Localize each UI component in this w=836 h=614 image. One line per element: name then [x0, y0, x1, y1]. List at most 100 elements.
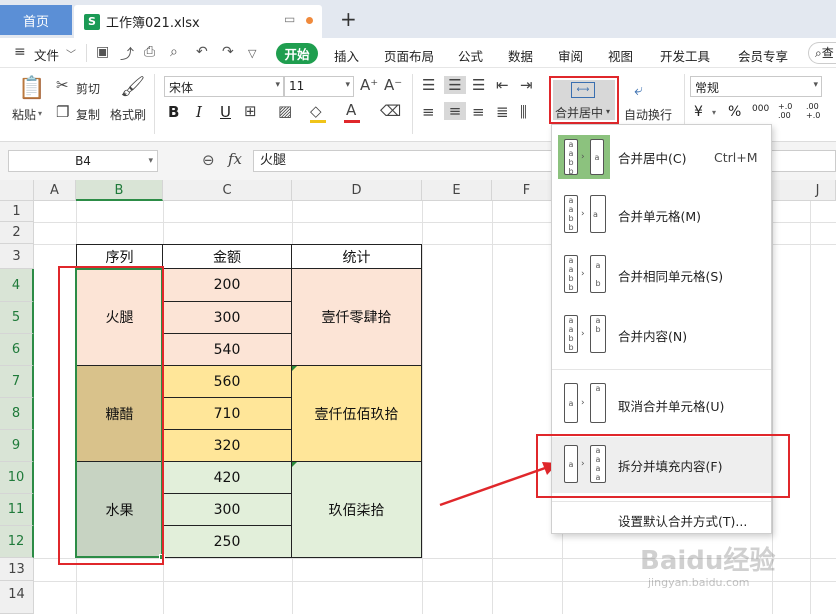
- menu-item-merge-content[interactable]: aabb › ab 合并内容(N): [552, 307, 771, 363]
- merge-center-button[interactable]: ⟷ 合并居中 ▾: [549, 76, 619, 124]
- font-color-icon[interactable]: A: [346, 101, 356, 119]
- menu-item-merge-cells[interactable]: aabb › a 合并单元格(M): [552, 187, 771, 243]
- menu-tab-developer[interactable]: 开发工具: [660, 46, 710, 65]
- tab-workbook[interactable]: S 工作簿021.xlsx ▭: [74, 5, 322, 38]
- font-size-select[interactable]: 11 ▾: [284, 76, 354, 97]
- align-bottom-icon[interactable]: ☰: [472, 76, 485, 94]
- fill-pattern-icon[interactable]: ▨: [278, 102, 292, 120]
- tab-home[interactable]: 首页: [0, 5, 72, 35]
- increase-font-icon[interactable]: A⁺: [360, 76, 378, 94]
- currency-button[interactable]: ¥: [694, 104, 703, 120]
- table-cell-amount[interactable]: 200: [162, 268, 292, 302]
- align-center-icon[interactable]: ≡: [444, 102, 466, 120]
- align-middle-icon[interactable]: ☰: [444, 76, 466, 94]
- menu-tab-review[interactable]: 审阅: [558, 46, 583, 65]
- menu-item-default-merge-settings[interactable]: 设置默认合并方式(T)...: [618, 511, 747, 530]
- search-box[interactable]: ⌕查: [808, 42, 836, 64]
- fill-color-icon[interactable]: ◇: [310, 102, 322, 120]
- table-cell-amount[interactable]: 420: [162, 461, 292, 494]
- format-painter-button[interactable]: 格式刷: [110, 106, 146, 123]
- chevron-down-icon[interactable]: ▾: [712, 108, 716, 117]
- table-cell-total[interactable]: 玖佰柒拾: [291, 461, 422, 558]
- menu-item-merge-center[interactable]: aabb › a 合并居中(C) Ctrl+M: [552, 129, 771, 185]
- align-top-icon[interactable]: ☰: [422, 76, 435, 94]
- row-header-10[interactable]: 10: [0, 462, 34, 494]
- row-header-11[interactable]: 11: [0, 494, 34, 526]
- align-left-icon[interactable]: ≡: [422, 103, 435, 121]
- print-preview-icon[interactable]: ⌕: [170, 44, 178, 60]
- table-cell-amount[interactable]: 710: [162, 397, 292, 430]
- row-header-9[interactable]: 9: [0, 430, 34, 462]
- column-header-b[interactable]: B: [76, 180, 163, 201]
- copy-button[interactable]: 复制: [76, 106, 100, 123]
- fx-button[interactable]: fx: [228, 150, 242, 168]
- undo-icon[interactable]: ↶: [196, 44, 208, 60]
- table-cell-total[interactable]: 壹仟伍佰玖拾: [291, 365, 422, 462]
- monitor-icon[interactable]: ▭: [284, 12, 295, 26]
- decrease-decimal-button[interactable]: .00 +.0: [806, 102, 830, 120]
- row-header-8[interactable]: 8: [0, 398, 34, 430]
- column-header-e[interactable]: E: [422, 180, 492, 201]
- menu-tab-page-layout[interactable]: 页面布局: [384, 46, 434, 65]
- underline-button[interactable]: U: [220, 103, 231, 121]
- bold-button[interactable]: B: [168, 103, 179, 121]
- menu-file[interactable]: 文件: [34, 45, 59, 64]
- font-name-select[interactable]: 宋体 ▾: [164, 76, 284, 97]
- menu-tab-formulas[interactable]: 公式: [458, 46, 483, 65]
- save-icon[interactable]: ▣: [96, 44, 109, 60]
- table-header-amount[interactable]: 金额: [162, 244, 292, 269]
- borders-icon[interactable]: ⊞: [244, 102, 257, 120]
- row-header-12[interactable]: 12: [0, 526, 34, 558]
- row-header-5[interactable]: 5: [0, 302, 34, 334]
- increase-decimal-button[interactable]: +.0 .00: [778, 102, 802, 120]
- menu-tab-insert[interactable]: 插入: [334, 46, 359, 65]
- paste-dropdown-arrow-icon[interactable]: ▾: [38, 109, 42, 118]
- cut-button[interactable]: 剪切: [76, 80, 100, 97]
- italic-button[interactable]: I: [196, 103, 202, 121]
- table-cell-amount[interactable]: 320: [162, 429, 292, 462]
- table-cell-amount[interactable]: 300: [162, 493, 292, 526]
- wrap-text-button[interactable]: 自动换行: [624, 106, 672, 123]
- column-header-d[interactable]: D: [292, 180, 422, 201]
- menu-tab-data[interactable]: 数据: [508, 46, 533, 65]
- distribute-icon[interactable]: ⫼: [520, 103, 527, 121]
- column-header-c[interactable]: C: [163, 180, 292, 201]
- number-format-select[interactable]: 常规 ▾: [690, 76, 822, 97]
- row-header-7[interactable]: 7: [0, 366, 34, 398]
- print-icon[interactable]: ⎙: [144, 44, 155, 60]
- row-header-1[interactable]: 1: [0, 201, 34, 222]
- menu-item-merge-same[interactable]: aabb › ab 合并相同单元格(S): [552, 247, 771, 303]
- menu-item-unmerge[interactable]: a › a 取消合并单元格(U): [552, 377, 771, 433]
- table-cell-total[interactable]: 壹仟零肆拾: [291, 268, 422, 366]
- table-cell-amount[interactable]: 250: [162, 525, 292, 558]
- new-tab-button[interactable]: +: [340, 7, 357, 31]
- name-box[interactable]: B4 ▾: [8, 150, 158, 172]
- justify-icon[interactable]: ≣: [496, 103, 509, 121]
- export-icon[interactable]: ⤴: [120, 44, 134, 64]
- table-header-total[interactable]: 统计: [291, 244, 422, 269]
- column-header-a[interactable]: A: [34, 180, 76, 201]
- format-painter-icon[interactable]: 🖌: [120, 74, 145, 98]
- row-header-13[interactable]: 13: [0, 558, 34, 581]
- scissors-icon[interactable]: ✂: [56, 76, 69, 94]
- eraser-icon[interactable]: ⌫: [380, 102, 401, 120]
- row-header-2[interactable]: 2: [0, 222, 34, 244]
- table-cell-amount[interactable]: 540: [162, 333, 292, 366]
- menu-tab-home[interactable]: 开始: [276, 43, 318, 64]
- redo-icon[interactable]: ↷: [222, 44, 234, 60]
- indent-increase-icon[interactable]: ⇥: [520, 76, 533, 94]
- table-cell-amount[interactable]: 300: [162, 301, 292, 334]
- menu-tab-view[interactable]: 视图: [608, 46, 633, 65]
- select-all-corner[interactable]: [0, 180, 34, 201]
- row-header-6[interactable]: 6: [0, 334, 34, 366]
- wrap-text-icon[interactable]: ⤶: [634, 80, 643, 100]
- percent-button[interactable]: %: [728, 104, 741, 120]
- hamburger-icon[interactable]: ≡: [14, 44, 26, 60]
- decrease-font-icon[interactable]: A⁻: [384, 76, 402, 94]
- column-header-j[interactable]: J: [772, 180, 836, 201]
- row-header-4[interactable]: 4: [0, 269, 34, 302]
- zoom-icon[interactable]: ⊖: [202, 151, 215, 169]
- paste-button[interactable]: 粘贴: [12, 106, 36, 123]
- chevron-down-icon[interactable]: ﹀: [66, 46, 76, 61]
- copy-icon[interactable]: ❐: [56, 103, 69, 121]
